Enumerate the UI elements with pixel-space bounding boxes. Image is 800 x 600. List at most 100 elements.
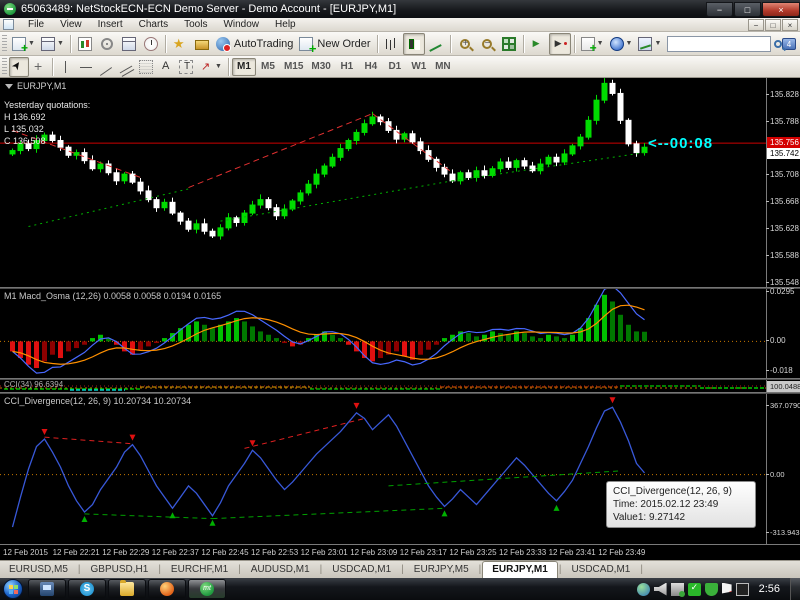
toolbar-grip[interactable]: [2, 35, 7, 53]
price-chart-panel[interactable]: EURJPY,M1 Yesterday quotations: H 136.69…: [0, 78, 800, 287]
vertical-line-button[interactable]: [56, 57, 76, 77]
history-center-button[interactable]: [191, 33, 213, 55]
menu-item-help[interactable]: Help: [267, 18, 304, 32]
arrows-button[interactable]: ▼: [196, 57, 225, 77]
usb-device-icon[interactable]: [671, 583, 684, 596]
symbol-label[interactable]: EURJPY,M1: [5, 81, 66, 91]
auto-scroll-button[interactable]: [527, 33, 549, 55]
taskbar-app-explorer[interactable]: [108, 579, 146, 599]
phone-app-icon[interactable]: [688, 583, 701, 596]
timeframe-button-m5[interactable]: M5: [256, 58, 280, 76]
volume-icon[interactable]: [654, 583, 667, 596]
search-input[interactable]: [667, 36, 771, 52]
chart-shift-button[interactable]: [549, 33, 571, 55]
chevron-down-icon: ▼: [57, 40, 64, 47]
fibonacci-icon: [139, 60, 153, 74]
macd-axis[interactable]: 0.02950.00-0.018: [766, 289, 800, 378]
new-order-button[interactable]: New Order: [296, 33, 373, 55]
menu-item-insert[interactable]: Insert: [90, 18, 131, 32]
cci-plot[interactable]: [0, 380, 766, 392]
ask-price-box: 135.756: [767, 137, 800, 148]
text-button[interactable]: [156, 57, 176, 77]
market-watch-button[interactable]: [74, 33, 96, 55]
menu-item-view[interactable]: View: [52, 18, 90, 32]
taskbar-clock[interactable]: 2:56: [759, 583, 780, 595]
taskbar-app-firefox[interactable]: [148, 579, 186, 599]
zoom-in-button[interactable]: [454, 33, 476, 55]
macd-panel[interactable]: M1 Macd_Osma (12,26) 0.0058 0.0058 0.019…: [0, 289, 800, 378]
menu-item-window[interactable]: Window: [215, 18, 267, 32]
line-chart-button[interactable]: [425, 33, 447, 55]
taskbar-app-skype[interactable]: S: [68, 579, 106, 599]
new-chart-button[interactable]: ▼: [9, 33, 38, 55]
candlestick-plot[interactable]: [0, 78, 766, 287]
crosshair-button[interactable]: [29, 57, 49, 77]
timeframe-button-m1[interactable]: M1: [232, 58, 256, 76]
timeframe-button-d1[interactable]: D1: [383, 58, 407, 76]
one-click-trading-arrow-icon[interactable]: [5, 84, 13, 89]
menu-item-tools[interactable]: Tools: [176, 18, 215, 32]
time-axis[interactable]: 12 Feb 201512 Feb 22:2112 Feb 22:2912 Fe…: [0, 544, 800, 560]
minimize-button[interactable]: −: [706, 2, 733, 17]
macd-plot[interactable]: [0, 289, 766, 378]
chart-tab-eurjpy-m5[interactable]: EURJPY,M5: [405, 561, 478, 578]
terminal-button[interactable]: [140, 33, 162, 55]
antivirus-icon[interactable]: [705, 583, 718, 596]
profiles-button[interactable]: ▼: [38, 33, 67, 55]
timeframe-button-m15[interactable]: M15: [280, 58, 307, 76]
window-title: 65063489: NetStockECN-ECN Demo Server - …: [21, 3, 396, 15]
chart-minimize-button[interactable]: −: [748, 19, 764, 31]
zoom-out-button[interactable]: [476, 33, 498, 55]
channel-button[interactable]: [116, 57, 136, 77]
price-tick: 135.668: [770, 197, 799, 206]
timeframe-button-h4[interactable]: H4: [359, 58, 383, 76]
chart-tab-usdcad-m1[interactable]: USDCAD,M1: [562, 561, 639, 578]
chart-tab-usdcad-m1[interactable]: USDCAD,M1: [323, 561, 400, 578]
bar-chart-button[interactable]: [381, 33, 403, 55]
menu-item-file[interactable]: File: [20, 18, 52, 32]
menu-item-charts[interactable]: Charts: [131, 18, 176, 32]
action-center-flag-icon[interactable]: [722, 583, 732, 596]
chart-tab-audusd-m1[interactable]: AUDUSD,M1: [242, 561, 319, 578]
text-label-button[interactable]: [176, 57, 196, 77]
chart-system-menu-icon[interactable]: [3, 19, 14, 30]
start-button[interactable]: [3, 579, 23, 599]
chart-tab-eurchf-m1[interactable]: EURCHF,M1: [162, 561, 237, 578]
timeframe-button-mn[interactable]: MN: [431, 58, 455, 76]
templates-button[interactable]: ▼: [635, 33, 664, 55]
chart-tab-eurusd-m5[interactable]: EURUSD,M5: [0, 561, 77, 578]
close-button[interactable]: ×: [762, 2, 800, 17]
favorites-button[interactable]: ★: [169, 33, 191, 55]
indicators-button[interactable]: ▼: [578, 33, 607, 55]
price-axis[interactable]: 135.828135.788135.708135.668135.628135.5…: [766, 78, 800, 287]
taskbar-app-metatrader[interactable]: mt: [188, 579, 226, 599]
internet-status-icon[interactable]: [637, 583, 650, 596]
data-window-button[interactable]: [96, 33, 118, 55]
auto-scroll-icon: [531, 37, 545, 51]
taskbar-app-remote[interactable]: [28, 579, 66, 599]
fibonacci-button[interactable]: [136, 57, 156, 77]
cci-divergence-axis[interactable]: 367.07900.00-313.9431: [766, 394, 800, 544]
candlestick-chart-button[interactable]: [403, 33, 425, 55]
cci-panel[interactable]: CCI(34) 96.6394 100.0488: [0, 380, 800, 392]
navigator-button[interactable]: [118, 33, 140, 55]
horizontal-line-button[interactable]: [76, 57, 96, 77]
timeframe-button-h1[interactable]: H1: [335, 58, 359, 76]
timeframe-button-m30[interactable]: M30: [307, 58, 334, 76]
timeframe-button-w1[interactable]: W1: [407, 58, 431, 76]
chart-tab-gbpusd-h1[interactable]: GBPUSD,H1: [82, 561, 158, 578]
autotrading-button[interactable]: AutoTrading: [213, 33, 297, 55]
restore-button[interactable]: □: [734, 2, 761, 17]
network-monitor-icon[interactable]: [736, 583, 749, 596]
cci-axis[interactable]: 100.0488: [766, 380, 800, 392]
chart-close-button[interactable]: ×: [782, 19, 798, 31]
toolbar-grip[interactable]: [2, 58, 7, 76]
tile-windows-button[interactable]: [498, 33, 520, 55]
trendline-button[interactable]: [96, 57, 116, 77]
chart-restore-button[interactable]: □: [765, 19, 781, 31]
show-desktop-button[interactable]: [790, 578, 800, 600]
cursor-button[interactable]: [9, 57, 29, 77]
search-icon[interactable]: [774, 40, 782, 48]
chart-tab-eurjpy-m1[interactable]: EURJPY,M1: [482, 561, 558, 578]
periods-button[interactable]: ▼: [607, 33, 636, 55]
